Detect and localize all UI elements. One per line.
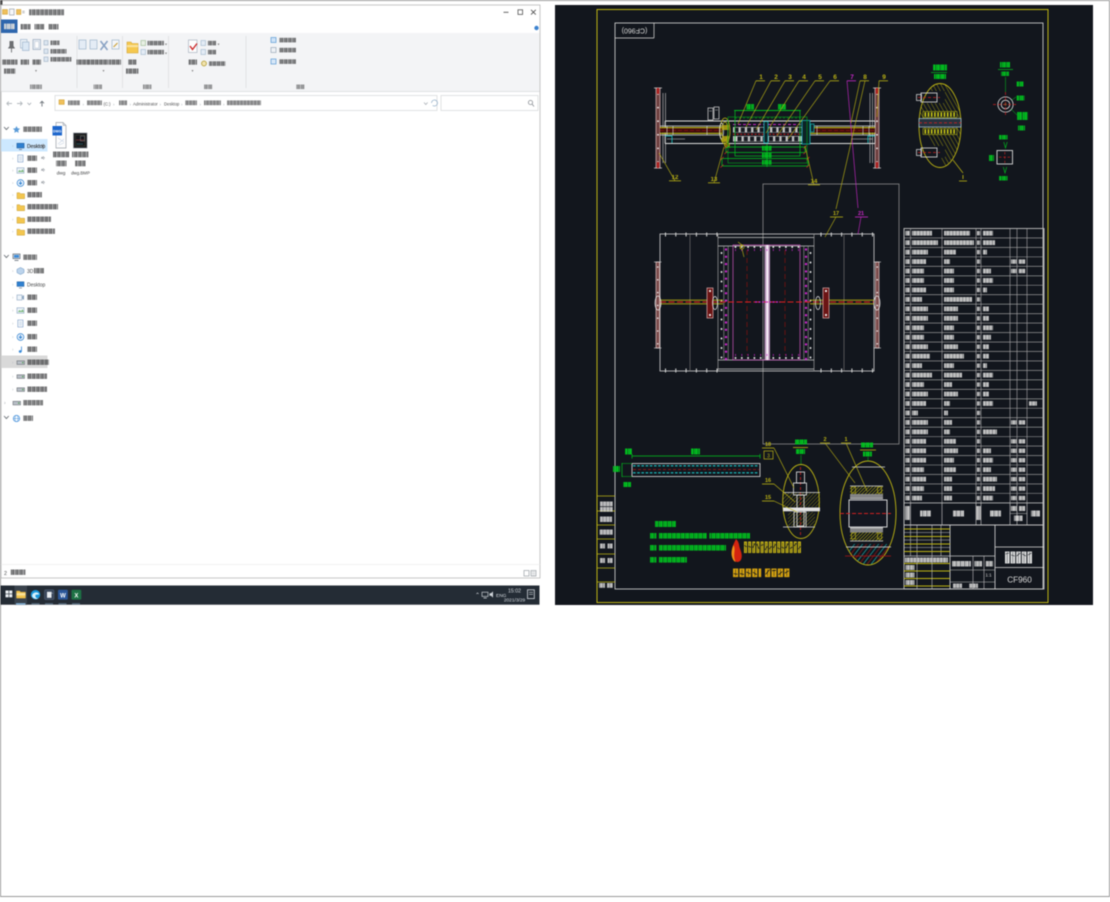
svg-text:▾: ▾ xyxy=(192,68,194,73)
svg-text:dwg: dwg xyxy=(57,171,66,177)
svg-text:4: 4 xyxy=(802,74,806,81)
svg-text:6: 6 xyxy=(833,74,837,81)
svg-text:▾: ▾ xyxy=(35,68,37,73)
svg-text:3: 3 xyxy=(767,454,770,460)
svg-text:Desktop: Desktop xyxy=(27,144,46,150)
svg-text:17: 17 xyxy=(833,211,839,217)
svg-text:Desktop: Desktop xyxy=(27,283,46,289)
svg-text:2: 2 xyxy=(823,437,826,443)
svg-text:1:1: 1:1 xyxy=(985,573,992,578)
svg-text:16: 16 xyxy=(765,478,771,484)
svg-text:▾: ▾ xyxy=(165,42,167,47)
svg-text:W: W xyxy=(60,593,66,599)
svg-text:⌃: ⌃ xyxy=(475,592,480,599)
svg-text:X: X xyxy=(74,593,78,599)
svg-text:1: 1 xyxy=(844,437,847,443)
svg-text:Administrator: Administrator xyxy=(133,101,158,106)
svg-text:18: 18 xyxy=(765,442,771,448)
svg-text:2: 2 xyxy=(4,571,7,577)
svg-text:9: 9 xyxy=(882,74,886,81)
svg-text:▾: ▾ xyxy=(218,42,220,47)
svg-text:Desktop: Desktop xyxy=(164,101,180,106)
svg-text:CF960: CF960 xyxy=(1007,576,1032,585)
svg-text:2: 2 xyxy=(774,74,778,81)
svg-text:2021/3/29: 2021/3/29 xyxy=(504,598,526,604)
svg-text:DWG: DWG xyxy=(53,130,62,134)
svg-text:8: 8 xyxy=(863,74,867,81)
svg-text:▾: ▾ xyxy=(103,68,105,73)
svg-text:21: 21 xyxy=(858,211,864,217)
svg-text:3: 3 xyxy=(788,74,792,81)
svg-text:15:02: 15:02 xyxy=(508,589,521,595)
svg-text:1: 1 xyxy=(759,74,763,81)
svg-text:7: 7 xyxy=(850,74,854,81)
svg-text:=: = xyxy=(22,10,25,16)
svg-text:(C:): (C:) xyxy=(104,101,112,106)
svg-text:14: 14 xyxy=(811,179,818,185)
svg-text:(CF960): (CF960) xyxy=(622,26,648,33)
svg-text:15: 15 xyxy=(765,495,771,501)
svg-text:dwg.BMP: dwg.BMP xyxy=(71,171,90,176)
svg-text:3D: 3D xyxy=(27,269,34,275)
svg-text:12: 12 xyxy=(672,175,679,181)
svg-text:5: 5 xyxy=(818,74,822,81)
svg-text:▾: ▾ xyxy=(165,51,167,56)
